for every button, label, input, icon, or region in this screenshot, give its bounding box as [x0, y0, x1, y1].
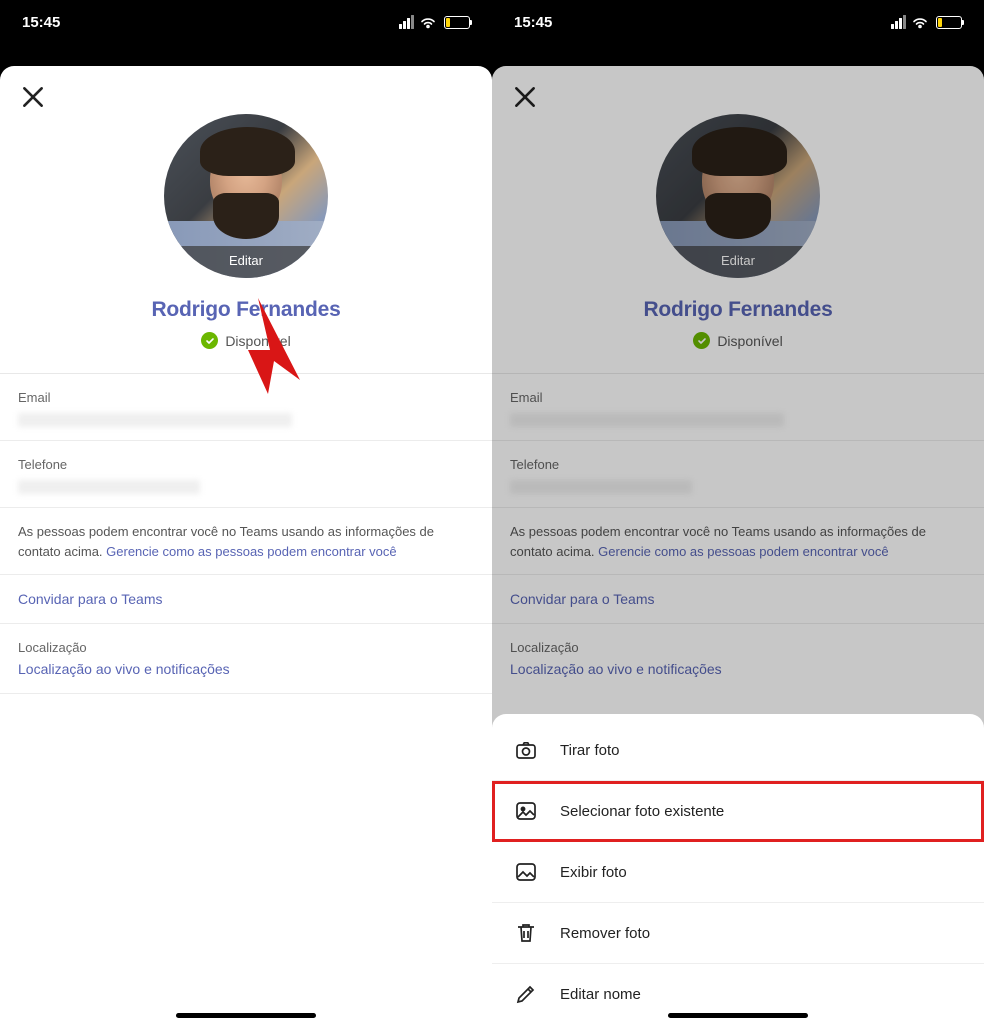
image-icon: [514, 799, 538, 823]
status-bar: 15:45: [0, 0, 492, 44]
email-label: Email: [18, 390, 474, 405]
sheet-item-select-existing-photo[interactable]: Selecionar foto existente: [492, 781, 984, 842]
discoverability-info: As pessoas podem encontrar você no Teams…: [0, 508, 492, 575]
email-field: Email: [0, 374, 492, 441]
phone-field: Telefone: [0, 441, 492, 508]
phone-label: Telefone: [18, 457, 474, 472]
location-section[interactable]: Localização Localização ao vivo e notifi…: [0, 624, 492, 694]
trash-icon: [514, 921, 538, 945]
battery-icon: [444, 16, 470, 29]
right-screen: 15:45 Editar Rodrigo Fernandes Disponíve…: [492, 0, 984, 1024]
wifi-icon: [420, 16, 436, 28]
sheet-label: Editar nome: [560, 986, 641, 1003]
camera-icon: [514, 738, 538, 762]
sheet-label: Remover foto: [560, 925, 650, 942]
status-bar: 15:45: [492, 0, 984, 44]
pencil-icon: [514, 982, 538, 1006]
sheet-label: Tirar foto: [560, 742, 619, 759]
cellular-signal-icon: [891, 15, 906, 29]
home-indicator[interactable]: [668, 1013, 808, 1018]
invite-section[interactable]: Convidar para o Teams: [0, 575, 492, 624]
status-time: 15:45: [22, 14, 60, 31]
wifi-icon: [912, 16, 928, 28]
photo-action-sheet: Tirar foto Selecionar foto existente Exi…: [492, 714, 984, 1024]
invite-link[interactable]: Convidar para o Teams: [18, 591, 474, 607]
avatar-section: Editar Rodrigo Fernandes Disponível: [0, 66, 492, 374]
cellular-signal-icon: [399, 15, 414, 29]
status-time: 15:45: [514, 14, 552, 31]
status-icons: [891, 15, 962, 29]
sheet-label: Exibir foto: [560, 864, 627, 881]
sheet-item-take-photo[interactable]: Tirar foto: [492, 720, 984, 781]
sheet-item-remove-photo[interactable]: Remover foto: [492, 903, 984, 964]
profile-card: Editar Rodrigo Fernandes Disponível Emai…: [0, 66, 492, 1024]
available-status-icon: [201, 332, 218, 349]
phone-value-redacted: [18, 480, 200, 494]
annotation-arrow: [248, 298, 344, 399]
profile-card: Editar Rodrigo Fernandes Disponível Emai…: [492, 66, 984, 1024]
manage-discoverability-link[interactable]: Gerencie como as pessoas podem encontrar…: [106, 544, 397, 559]
email-value-redacted: [18, 413, 292, 427]
sheet-item-view-photo[interactable]: Exibir foto: [492, 842, 984, 903]
left-screen: 15:45 Editar Rodrigo Fernandes Disponíve…: [0, 0, 492, 1024]
close-button[interactable]: [20, 84, 46, 110]
home-indicator[interactable]: [176, 1013, 316, 1018]
battery-icon: [936, 16, 962, 29]
picture-icon: [514, 860, 538, 884]
location-link[interactable]: Localização ao vivo e notificações: [18, 661, 474, 677]
edit-avatar-button[interactable]: Editar: [164, 246, 328, 278]
sheet-label: Selecionar foto existente: [560, 803, 724, 820]
location-label: Localização: [18, 640, 474, 655]
status-icons: [399, 15, 470, 29]
avatar[interactable]: Editar: [164, 114, 328, 278]
